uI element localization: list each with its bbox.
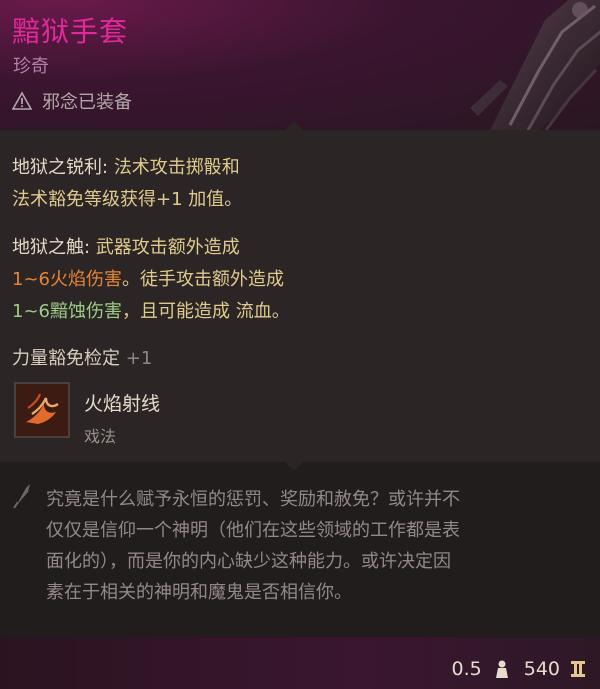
effect-hellish-sharpness: 地狱之锐利: 法术攻击掷骰和 (12, 153, 240, 179)
effect-desc: 。徒手攻击额外造成 (122, 269, 284, 290)
modifier-label: 力量豁免检定 (12, 348, 120, 369)
tooltip-header: 黯狱手套 珍奇 邪念已装备 (0, 0, 600, 130)
effect-desc: 武器攻击额外造成 (95, 237, 240, 258)
spell-type: 戏法 (84, 427, 117, 446)
weight-icon (495, 660, 508, 678)
item-stats: 0.5 540 (452, 658, 586, 680)
modifier-row: 力量豁免检定 +1 (12, 344, 152, 370)
quill-icon (13, 484, 30, 508)
lore-line: 素在于相关的神明和魔鬼是否相信你。 (46, 582, 352, 603)
effect-necrotic-line: 1~6黯蚀伤害，且可能造成 流血。 (12, 297, 290, 323)
fire-ray-icon[interactable] (14, 382, 70, 438)
effect-desc-line2: 法术豁免等级获得+1 加值。 (12, 189, 243, 210)
price-value: 540 (523, 658, 560, 680)
flame-icon (16, 384, 68, 436)
effect-name: 地狱之锐利: (12, 157, 109, 178)
item-tooltip: 黯狱手套 珍奇 邪念已装备 地狱之锐利: 法术攻击掷骰和 法术豁免等级获得+1 … (0, 0, 600, 689)
lore-line: 究竟是什么赋予永恒的惩罚、奖励和赦免？或许并不 (46, 489, 460, 510)
equipped-status: 邪念已装备 (12, 88, 132, 114)
effect-fire-line: 1~6火焰伤害。徒手攻击额外造成 (12, 265, 284, 291)
effect-desc: ，且可能造成 (122, 301, 230, 322)
effect-end: 。 (271, 301, 290, 322)
effect-hellish-touch: 地狱之触: 武器攻击额外造成 (12, 233, 240, 259)
effect-name: 地狱之触: (12, 237, 91, 258)
item-rarity: 珍奇 (13, 56, 49, 77)
status-text: 邪念已装备 (42, 92, 132, 113)
panel-notch (285, 121, 303, 130)
modifier-value: +1 (125, 348, 153, 369)
gauntlet-image (470, 0, 600, 130)
warning-icon (12, 91, 32, 110)
fire-damage-text: 1~6火焰伤害 (12, 269, 122, 290)
necrotic-damage-text: 1~6黯蚀伤害 (12, 301, 122, 322)
effect-desc: 法术攻击掷骰和 (113, 157, 240, 178)
coin-icon (571, 661, 585, 677)
bleeding-link[interactable]: 流血 (236, 301, 272, 322)
lore-text: 究竟是什么赋予永恒的惩罚、奖励和赦免？或许并不 仅仅是信仰一个神明（他们在这些领… (46, 484, 586, 608)
lore-line: 面化的），而是你的内心缺少这种能力。或许决定因 (46, 551, 451, 572)
spell-name: 火焰射线 (84, 393, 161, 415)
lore-line: 仅仅是信仰一个神明（他们在这些领域的工作都是表 (46, 520, 460, 541)
panel-notch (285, 462, 303, 471)
item-name: 黯狱手套 (12, 15, 129, 48)
weight-value: 0.5 (451, 658, 482, 680)
